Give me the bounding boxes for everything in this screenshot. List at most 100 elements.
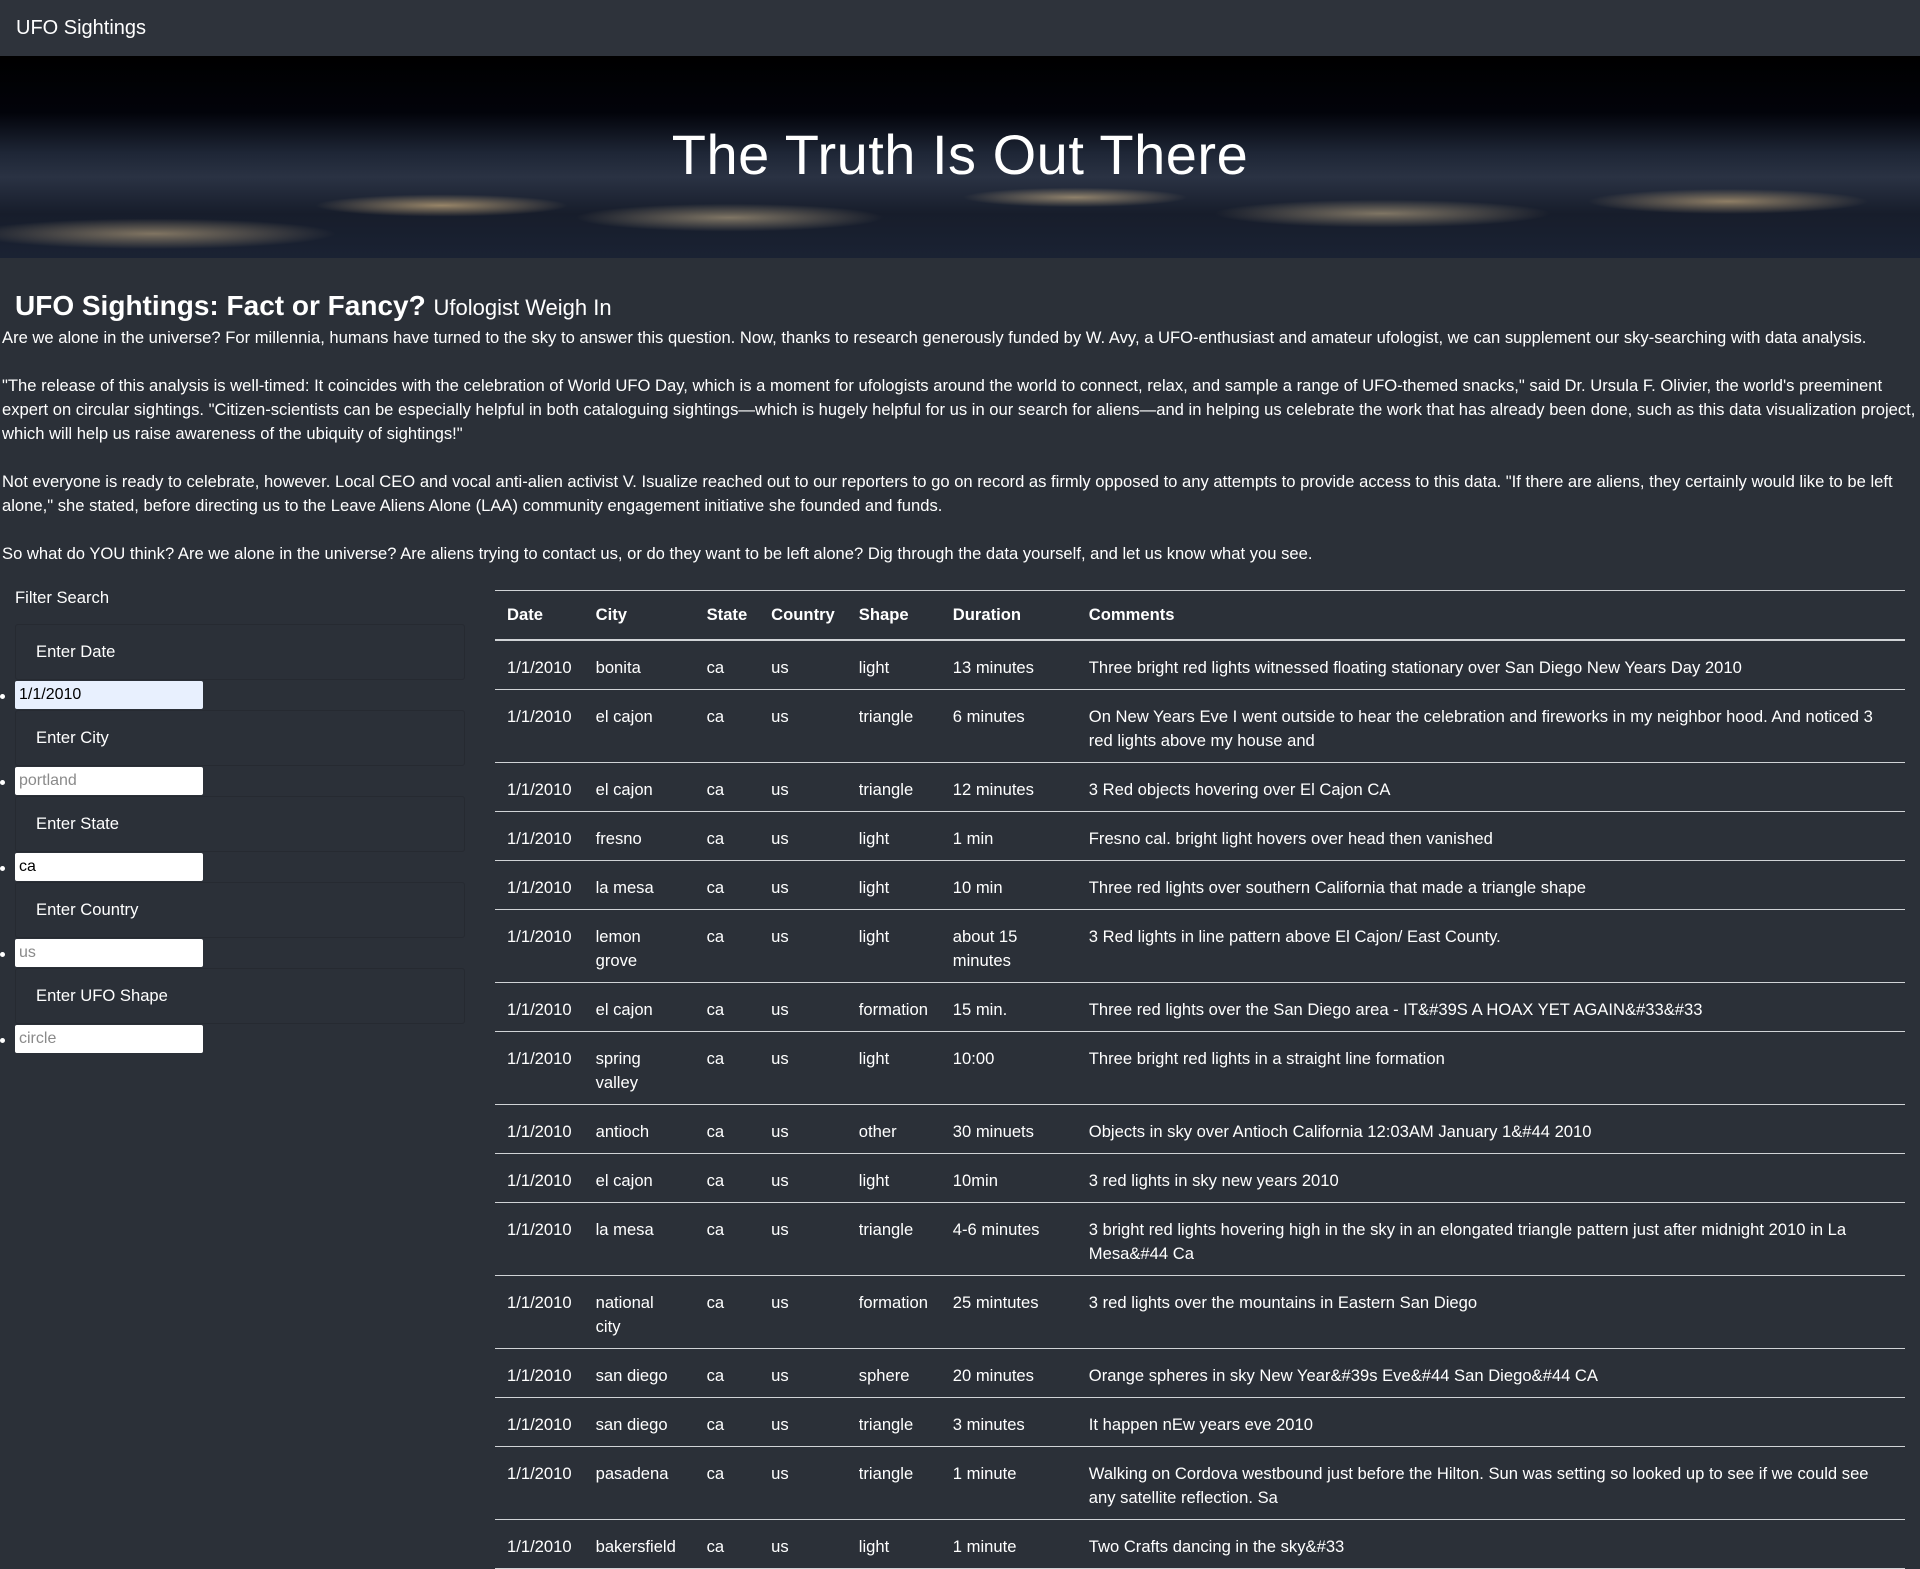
- cell-comments: Fresno cal. bright light hovers over hea…: [1076, 811, 1905, 861]
- column-header-comments: Comments: [1076, 590, 1905, 641]
- cell-duration: 20 minutes: [940, 1348, 1077, 1398]
- cell-country: us: [759, 640, 847, 690]
- filter-label-country: Enter Country: [15, 882, 465, 938]
- table-header-row: Date City State Country Shape Duration C…: [495, 590, 1905, 641]
- table-row: 1/1/2010 pasadena ca us triangle 1 minute Walk…: [495, 1446, 1905, 1520]
- hero-title: The Truth Is Out There: [671, 123, 1249, 186]
- cell-date: 1/1/2010: [495, 1348, 584, 1398]
- table-row: 1/1/2010 san diego ca us sphere 20 minutes Ora…: [495, 1348, 1905, 1398]
- cell-date: 1/1/2010: [495, 909, 584, 983]
- cell-shape: light: [846, 811, 941, 861]
- filter-item-date: Enter Date: [0, 624, 470, 709]
- list-bullet: [0, 866, 5, 871]
- cell-shape: light: [846, 1153, 941, 1203]
- cell-date: 1/1/2010: [495, 1275, 584, 1349]
- table-row: 1/1/2010 la mesa ca us light 10 min Three red …: [495, 860, 1905, 910]
- column-header-city: City: [583, 590, 695, 641]
- city-input[interactable]: [15, 767, 203, 795]
- navbar-brand-link[interactable]: UFO Sightings: [16, 17, 146, 40]
- list-bullet: [0, 780, 5, 785]
- cell-date: 1/1/2010: [495, 811, 584, 861]
- cell-duration: 4-6 minutes: [940, 1202, 1077, 1276]
- ufo-table: Date City State Country Shape Duration C…: [495, 590, 1905, 1569]
- cell-city: national city: [583, 1275, 695, 1349]
- cell-comments: Three bright red lights in a straight li…: [1076, 1031, 1905, 1105]
- table-row: 1/1/2010 el cajon ca us light 10min 3 red ligh…: [495, 1153, 1905, 1203]
- table-row: 1/1/2010 el cajon ca us triangle 12 minutes 3 …: [495, 762, 1905, 812]
- cell-state: ca: [694, 1348, 760, 1398]
- cell-duration: 30 minuets: [940, 1104, 1077, 1154]
- cell-city: la mesa: [583, 860, 695, 910]
- table-row: 1/1/2010 national city ca us formation 25 min…: [495, 1275, 1905, 1349]
- cell-shape: triangle: [846, 1202, 941, 1276]
- column-header-country: Country: [759, 590, 847, 641]
- cell-shape: light: [846, 1519, 941, 1569]
- cell-state: ca: [694, 982, 760, 1032]
- cell-city: lemon grove: [583, 909, 695, 983]
- cell-state: ca: [694, 909, 760, 983]
- filter-title: Filter Search: [15, 588, 110, 607]
- column-header-state: State: [694, 590, 760, 641]
- filter-panel: Filter Search Enter Date Enter City Ente…: [0, 588, 470, 1053]
- cell-state: ca: [694, 1104, 760, 1154]
- cell-comments: Orange spheres in sky New Year&#39s Eve&…: [1076, 1348, 1905, 1398]
- list-bullet: [0, 694, 5, 699]
- cell-duration: 6 minutes: [940, 689, 1077, 763]
- cell-country: us: [759, 909, 847, 983]
- cell-duration: 13 minutes: [940, 640, 1077, 690]
- cell-city: san diego: [583, 1348, 695, 1398]
- cell-comments: 3 red lights over the mountains in Easte…: [1076, 1275, 1905, 1349]
- main-content: UFO Sightings: Fact or Fancy? Ufologist …: [0, 258, 1920, 566]
- cell-country: us: [759, 811, 847, 861]
- article-paragraph: Are we alone in the universe? For millen…: [2, 328, 1867, 347]
- table-body: 1/1/2010 bonita ca us light 13 minutes Three b…: [495, 640, 1905, 1569]
- cell-city: fresno: [583, 811, 695, 861]
- column-header-shape: Shape: [846, 590, 941, 641]
- cell-city: bakersfield: [583, 1519, 695, 1569]
- cell-duration: 25 mintutes: [940, 1275, 1077, 1349]
- cell-country: us: [759, 860, 847, 910]
- filter-label-shape: Enter UFO Shape: [15, 968, 465, 1024]
- cell-date: 1/1/2010: [495, 860, 584, 910]
- shape-input[interactable]: [15, 1025, 203, 1053]
- cell-shape: light: [846, 909, 941, 983]
- cell-comments: Three red lights over southern Californi…: [1076, 860, 1905, 910]
- cell-date: 1/1/2010: [495, 689, 584, 763]
- country-input[interactable]: [15, 939, 203, 967]
- cell-date: 1/1/2010: [495, 982, 584, 1032]
- cell-shape: sphere: [846, 1348, 941, 1398]
- cell-country: us: [759, 1275, 847, 1349]
- cell-duration: 12 minutes: [940, 762, 1077, 812]
- cell-shape: formation: [846, 1275, 941, 1349]
- cell-duration: 10min: [940, 1153, 1077, 1203]
- table-row: 1/1/2010 bonita ca us light 13 minutes Three b…: [495, 640, 1905, 690]
- cell-state: ca: [694, 689, 760, 763]
- cell-city: el cajon: [583, 1153, 695, 1203]
- table-row: 1/1/2010 lemon grove ca us light about 15 min…: [495, 909, 1905, 983]
- cell-state: ca: [694, 1202, 760, 1276]
- article-heading: UFO Sightings: Fact or Fancy? Ufologist …: [0, 258, 1920, 322]
- cell-shape: triangle: [846, 1397, 941, 1447]
- filter-item-city: Enter City: [0, 710, 470, 795]
- date-input[interactable]: [15, 681, 203, 709]
- cell-country: us: [759, 762, 847, 812]
- cell-duration: 1 minute: [940, 1519, 1077, 1569]
- cell-state: ca: [694, 1397, 760, 1447]
- article-subheading: Ufologist Weigh In: [433, 295, 612, 320]
- cell-comments: On New Years Eve I went outside to hear …: [1076, 689, 1905, 763]
- filter-label-state: Enter State: [15, 796, 465, 852]
- cell-date: 1/1/2010: [495, 762, 584, 812]
- cell-shape: light: [846, 640, 941, 690]
- filter-item-country: Enter Country: [0, 882, 470, 967]
- cell-shape: formation: [846, 982, 941, 1032]
- table-row: 1/1/2010 la mesa ca us triangle 4-6 minutes 3 …: [495, 1202, 1905, 1276]
- table-row: 1/1/2010 fresno ca us light 1 min Fresno cal. …: [495, 811, 1905, 861]
- table-header: Date City State Country Shape Duration C…: [495, 590, 1905, 641]
- cell-duration: 15 min.: [940, 982, 1077, 1032]
- state-input[interactable]: [15, 853, 203, 881]
- column-header-duration: Duration: [940, 590, 1077, 641]
- cell-country: us: [759, 1397, 847, 1447]
- filter-label-city: Enter City: [15, 710, 465, 766]
- table-row: 1/1/2010 antioch ca us other 30 minuets Object…: [495, 1104, 1905, 1154]
- table-row: 1/1/2010 spring valley ca us light 10:00 Three…: [495, 1031, 1905, 1105]
